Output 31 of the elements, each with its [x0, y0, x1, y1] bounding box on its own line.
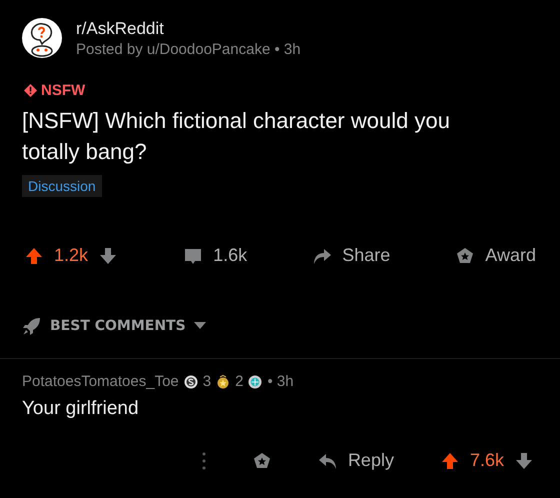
flair-tag: Discussion — [22, 175, 102, 197]
award-button[interactable]: Award — [485, 245, 536, 266]
reply-button[interactable]: Reply — [348, 450, 394, 471]
sort-label[interactable]: BEST COMMENTS — [50, 318, 186, 334]
vote-count: 7.6k — [470, 450, 504, 471]
share-button[interactable]: Share — [342, 245, 390, 266]
subreddit-name[interactable]: r/AskReddit — [76, 18, 301, 38]
comment-text: Your girlfriend — [22, 398, 140, 420]
subreddit-avatar-icon — [22, 18, 62, 58]
caret-icon[interactable] — [194, 322, 206, 330]
comment-count: 1.6k — [213, 245, 248, 266]
coin-award-icon — [184, 374, 198, 388]
warning-icon — [24, 84, 37, 97]
award-count: 2 — [235, 373, 244, 390]
nsfw-label: NSFW — [41, 82, 86, 99]
comment-time: • 3h — [267, 373, 294, 390]
post-title: [NSFW] Which fictional character would you totally bang? — [22, 107, 451, 166]
downvote-icon[interactable] — [514, 450, 534, 470]
vote-count: 1.2k — [54, 245, 88, 266]
medal-award-icon — [216, 374, 230, 388]
plus-award-icon — [248, 374, 262, 388]
post-byline: Posted by u/DoodooPancake • 3h — [76, 40, 301, 58]
award-count: 3 — [202, 373, 212, 390]
upvote-icon[interactable] — [440, 450, 460, 470]
rocket-icon — [22, 316, 42, 336]
award-icon[interactable] — [455, 246, 476, 266]
upvote-icon[interactable] — [24, 246, 44, 266]
award-icon[interactable] — [252, 450, 272, 470]
downvote-icon[interactable] — [98, 246, 118, 266]
more-options-icon[interactable] — [202, 452, 206, 470]
comment-author[interactable]: PotatoesTomatoes_Toe — [22, 373, 179, 390]
